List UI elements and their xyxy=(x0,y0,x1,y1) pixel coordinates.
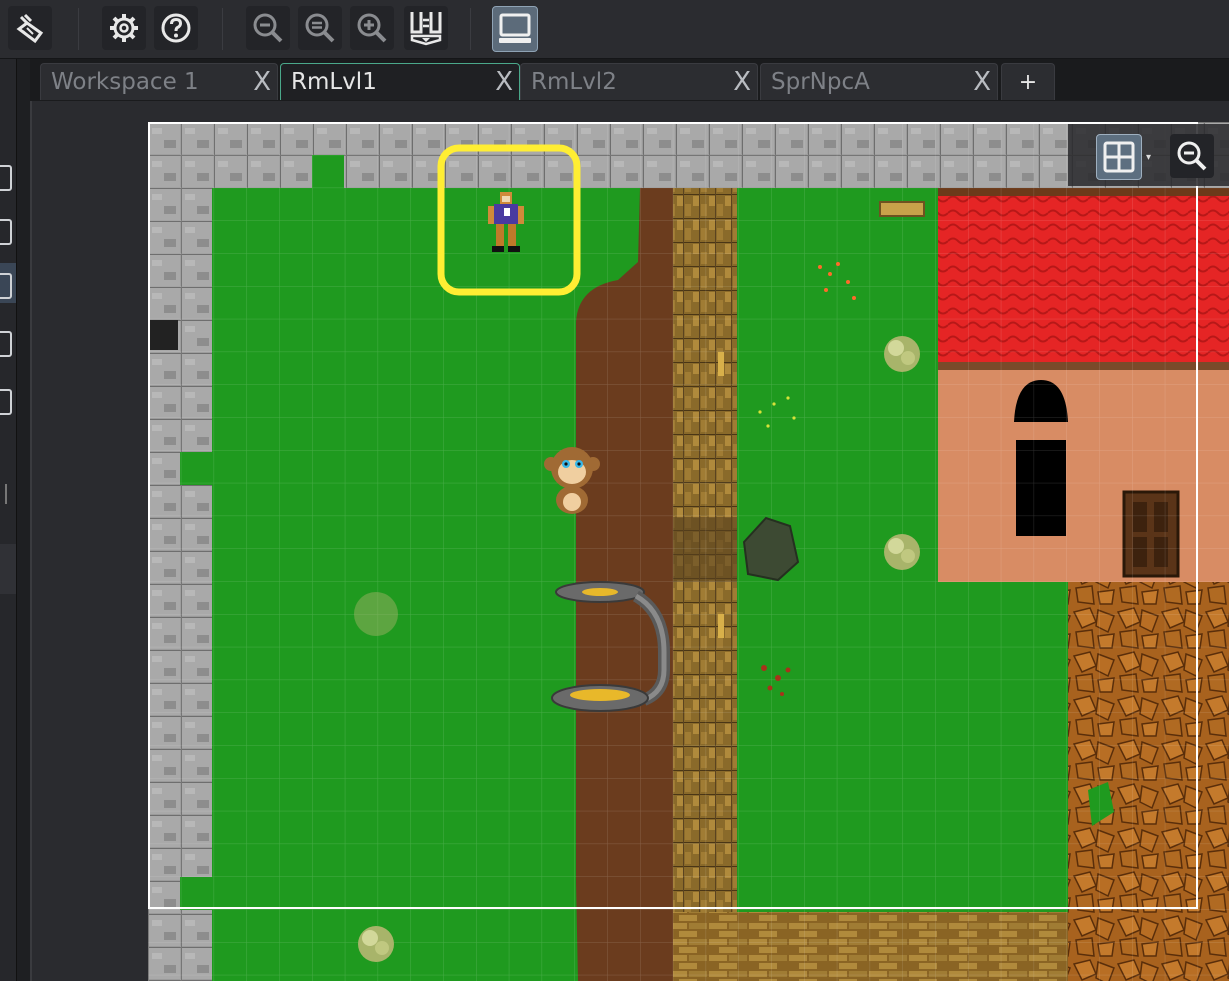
lock-icon[interactable] xyxy=(0,273,12,299)
tab-label: Workspace 1 xyxy=(51,69,199,95)
view-controls: ▾ xyxy=(1068,124,1229,186)
grid-overlay xyxy=(148,122,1229,981)
bush-icon[interactable] xyxy=(884,534,920,570)
chevron-down-icon[interactable]: ▾ xyxy=(1146,152,1151,163)
grid-icon xyxy=(1103,141,1135,173)
help-icon xyxy=(161,13,191,43)
lock-icon[interactable] xyxy=(0,331,12,357)
room-editor-canvas[interactable] xyxy=(148,122,1229,981)
layout-icon xyxy=(410,12,442,46)
zoom-out-icon xyxy=(1177,141,1207,171)
zoom-out-icon xyxy=(253,13,283,43)
help-button[interactable] xyxy=(154,6,198,50)
left-panel xyxy=(0,59,17,981)
bark-knot xyxy=(718,614,724,638)
zoom-reset-button[interactable] xyxy=(298,6,342,50)
grid-toggle-button[interactable] xyxy=(1096,134,1142,180)
clean-button[interactable] xyxy=(8,6,52,50)
lock-icon[interactable] xyxy=(0,389,12,415)
toolbar-separator xyxy=(222,8,223,50)
preferences-button[interactable] xyxy=(102,6,146,50)
zoom-out-button[interactable] xyxy=(246,6,290,50)
main-toolbar xyxy=(0,0,1229,59)
toolbar-separator xyxy=(78,8,79,50)
canvas-border xyxy=(30,101,32,981)
tab-rmlvl2[interactable]: RmLvl2 X xyxy=(520,63,758,100)
view-zoom-out-button[interactable] xyxy=(1170,134,1214,178)
fullscreen-button[interactable] xyxy=(492,6,538,52)
tab-rmlvl1[interactable]: RmLvl1 X xyxy=(280,63,520,100)
close-icon[interactable]: X xyxy=(973,69,991,95)
bark-knot xyxy=(718,352,724,376)
room-view-svg xyxy=(148,122,1229,981)
clean-icon xyxy=(16,13,44,44)
zoom-in-button[interactable] xyxy=(350,6,394,50)
lock-icon[interactable] xyxy=(0,219,12,245)
panel-separator xyxy=(5,484,7,504)
tab-bar: Workspace 1 X RmLvl1 X RmLvl2 X SprNpcA … xyxy=(30,59,1229,101)
faded-bush-icon[interactable] xyxy=(354,592,398,636)
lock-icon[interactable] xyxy=(0,165,12,191)
bush-icon[interactable] xyxy=(884,336,920,372)
wooden-sign-icon[interactable] xyxy=(879,201,925,217)
gear-icon xyxy=(110,14,138,42)
layout-button[interactable] xyxy=(404,6,448,50)
tab-label: RmLvl2 xyxy=(531,69,617,95)
tab-workspace-1[interactable]: Workspace 1 X xyxy=(40,63,278,100)
bush-icon[interactable] xyxy=(358,926,394,962)
toolbar-separator xyxy=(470,8,471,50)
tab-sprnpca[interactable]: SprNpcA X xyxy=(760,63,998,100)
tab-label: SprNpcA xyxy=(771,69,870,95)
tab-label: RmLvl1 xyxy=(291,69,377,95)
close-icon[interactable]: X xyxy=(733,69,751,95)
zoom-in-icon xyxy=(357,13,387,43)
zoom-reset-icon xyxy=(305,13,335,43)
close-icon[interactable]: X xyxy=(495,69,513,95)
panel-button[interactable] xyxy=(0,544,16,594)
plus-icon: + xyxy=(1018,69,1038,95)
add-tab-button[interactable]: + xyxy=(1001,63,1055,100)
close-icon[interactable]: X xyxy=(253,69,271,95)
monitor-icon xyxy=(499,13,531,43)
